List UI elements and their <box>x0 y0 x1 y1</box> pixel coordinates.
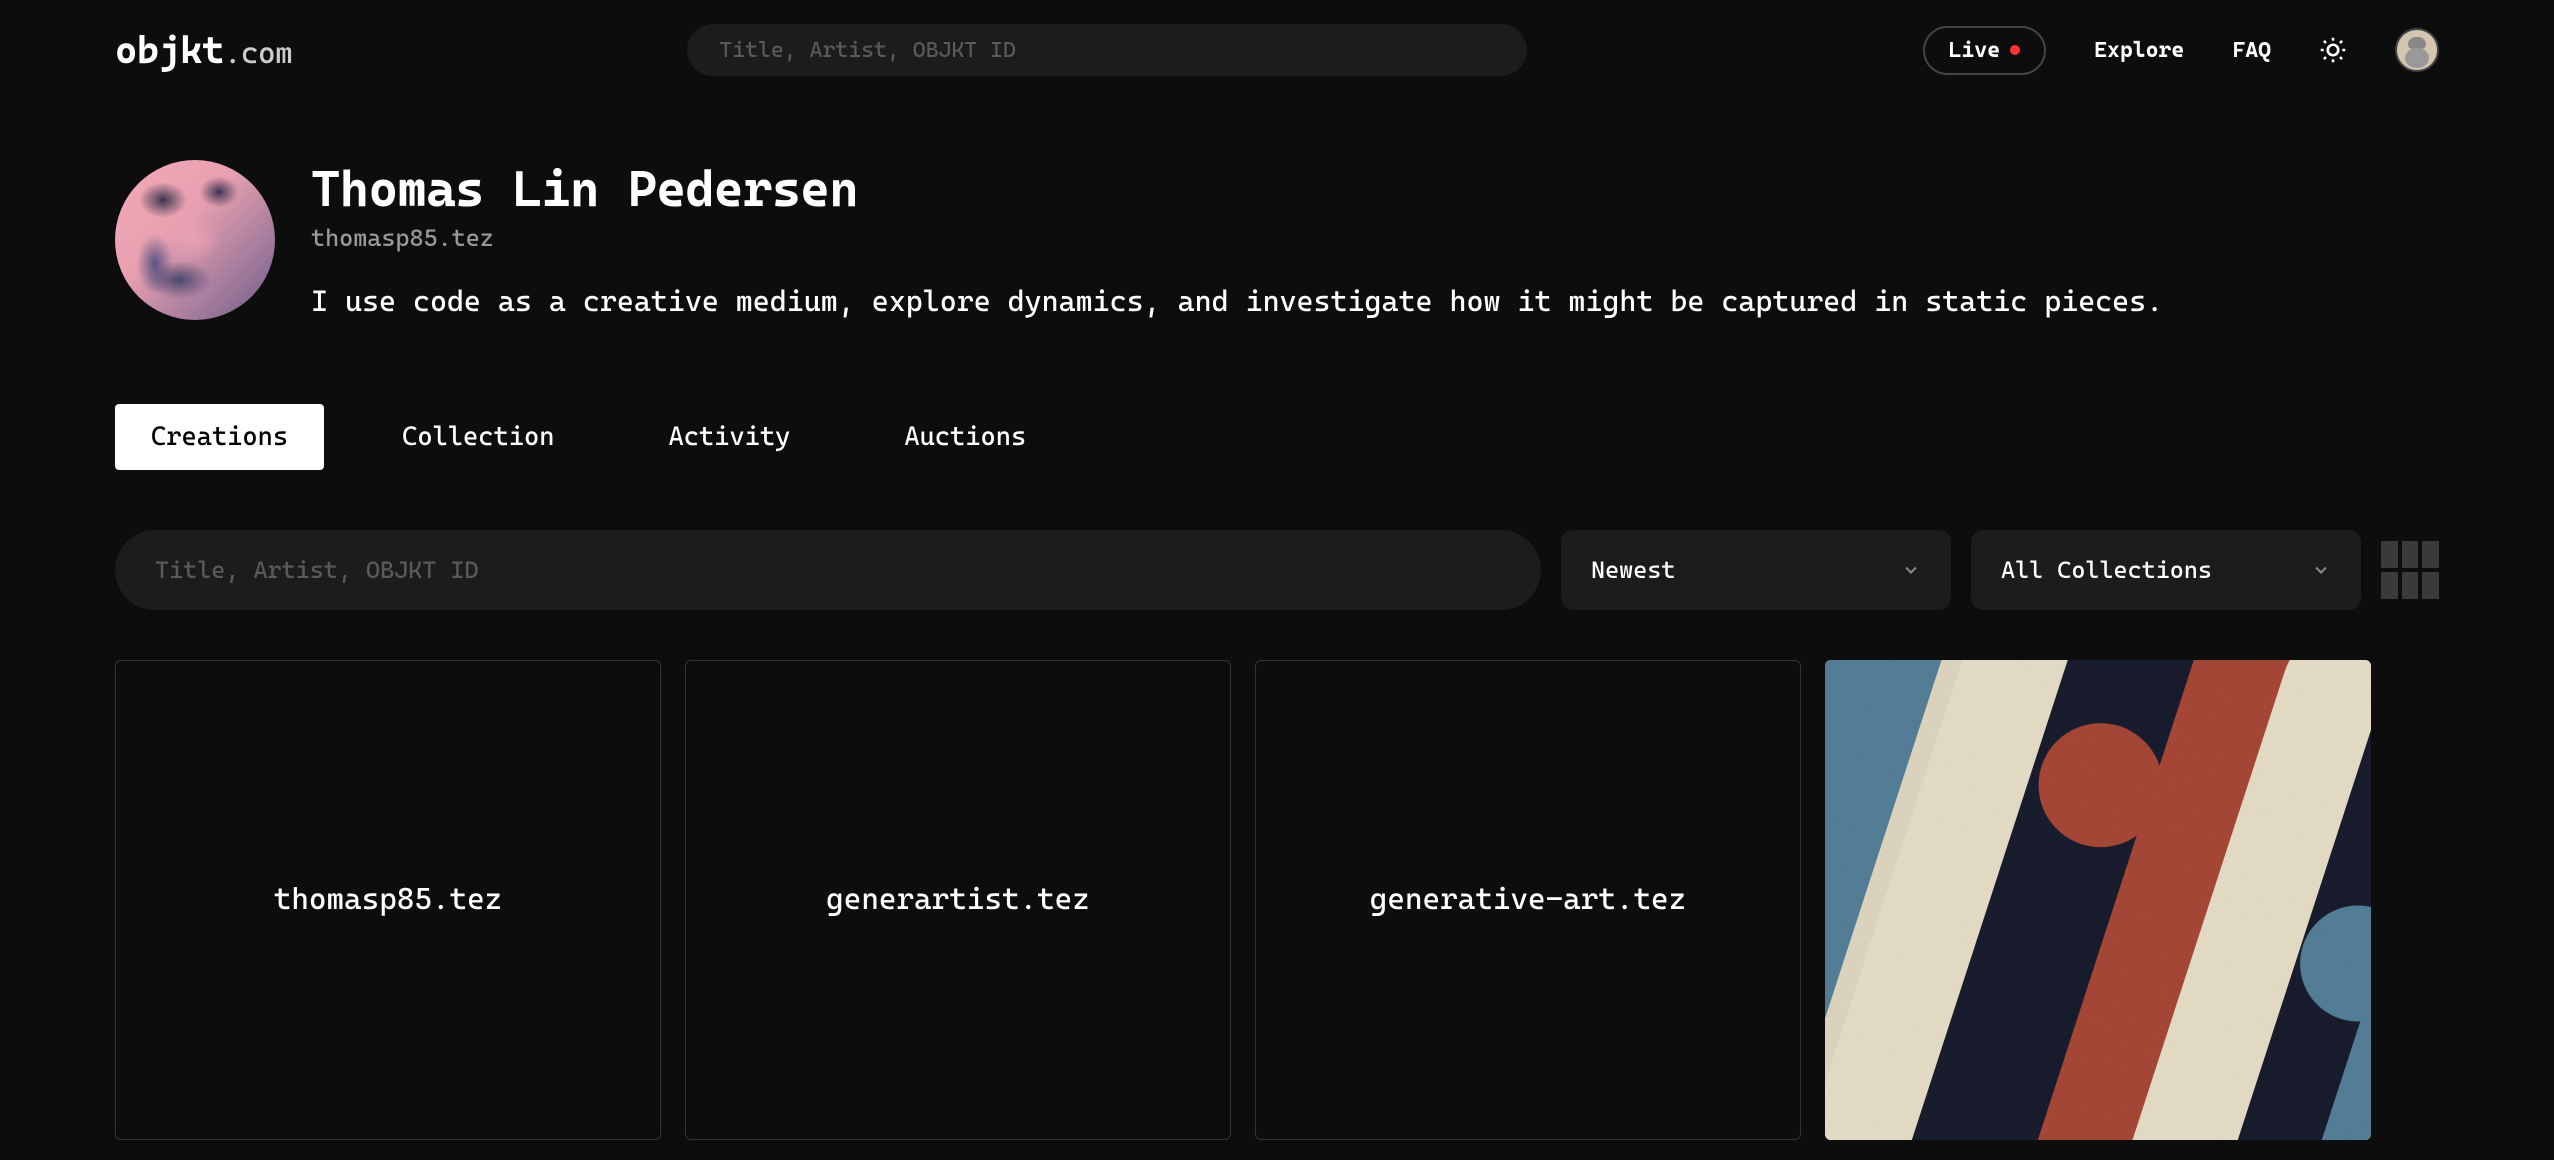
sort-select[interactable]: Newest <box>1561 530 1951 610</box>
tab-activity[interactable]: Activity <box>632 404 826 470</box>
user-avatar[interactable] <box>2395 28 2439 72</box>
collection-card[interactable]: generative-art.tez <box>1255 660 1801 1140</box>
tab-creations[interactable]: Creations <box>115 404 324 470</box>
grid-view-toggle[interactable] <box>2381 541 2439 599</box>
collection-selected: All Collections <box>2001 556 2212 584</box>
collection-card-label: thomasp85.tez <box>274 882 503 917</box>
profile-section: Thomas Lin Pedersen thomasp85.tez I use … <box>0 100 2554 364</box>
artwork-card[interactable] <box>1825 660 2371 1140</box>
tab-auctions[interactable]: Auctions <box>868 404 1062 470</box>
profile-info: Thomas Lin Pedersen thomasp85.tez I use … <box>311 160 2163 324</box>
collection-card-label: generartist.tez <box>826 882 1090 917</box>
profile-avatar[interactable] <box>115 160 275 320</box>
chevron-down-icon <box>1901 560 1921 580</box>
live-label: Live <box>1949 38 2001 63</box>
collection-select[interactable]: All Collections <box>1971 530 2361 610</box>
profile-handle: thomasp85.tez <box>311 224 2163 252</box>
logo-suffix: .com <box>224 36 292 71</box>
header: objkt .com Live Explore FAQ <box>0 0 2554 100</box>
header-search-input[interactable] <box>687 24 1527 76</box>
creations-grid: thomasp85.tez generartist.tez generative… <box>0 640 2554 1160</box>
profile-name: Thomas Lin Pedersen <box>311 160 2163 218</box>
profile-bio: I use code as a creative medium, explore… <box>311 280 2163 324</box>
logo[interactable]: objkt .com <box>115 28 292 72</box>
filter-row: Newest All Collections <box>0 490 2554 640</box>
tab-collection[interactable]: Collection <box>366 404 590 470</box>
nav-explore[interactable]: Explore <box>2094 38 2184 63</box>
collection-card-label: generative-art.tez <box>1370 882 1686 917</box>
logo-main: objkt <box>115 28 224 72</box>
live-button[interactable]: Live <box>1923 26 2047 75</box>
collection-card[interactable]: thomasp85.tez <box>115 660 661 1140</box>
live-dot-icon <box>2010 45 2020 55</box>
collection-card[interactable]: generartist.tez <box>685 660 1231 1140</box>
filter-search-input[interactable] <box>115 530 1541 610</box>
profile-tabs: Creations Collection Activity Auctions <box>0 364 2554 490</box>
chevron-down-icon <box>2311 560 2331 580</box>
nav-faq[interactable]: FAQ <box>2232 38 2271 63</box>
sun-icon[interactable] <box>2319 36 2347 64</box>
sort-selected: Newest <box>1591 556 1675 584</box>
header-nav: Live Explore FAQ <box>1923 26 2439 75</box>
